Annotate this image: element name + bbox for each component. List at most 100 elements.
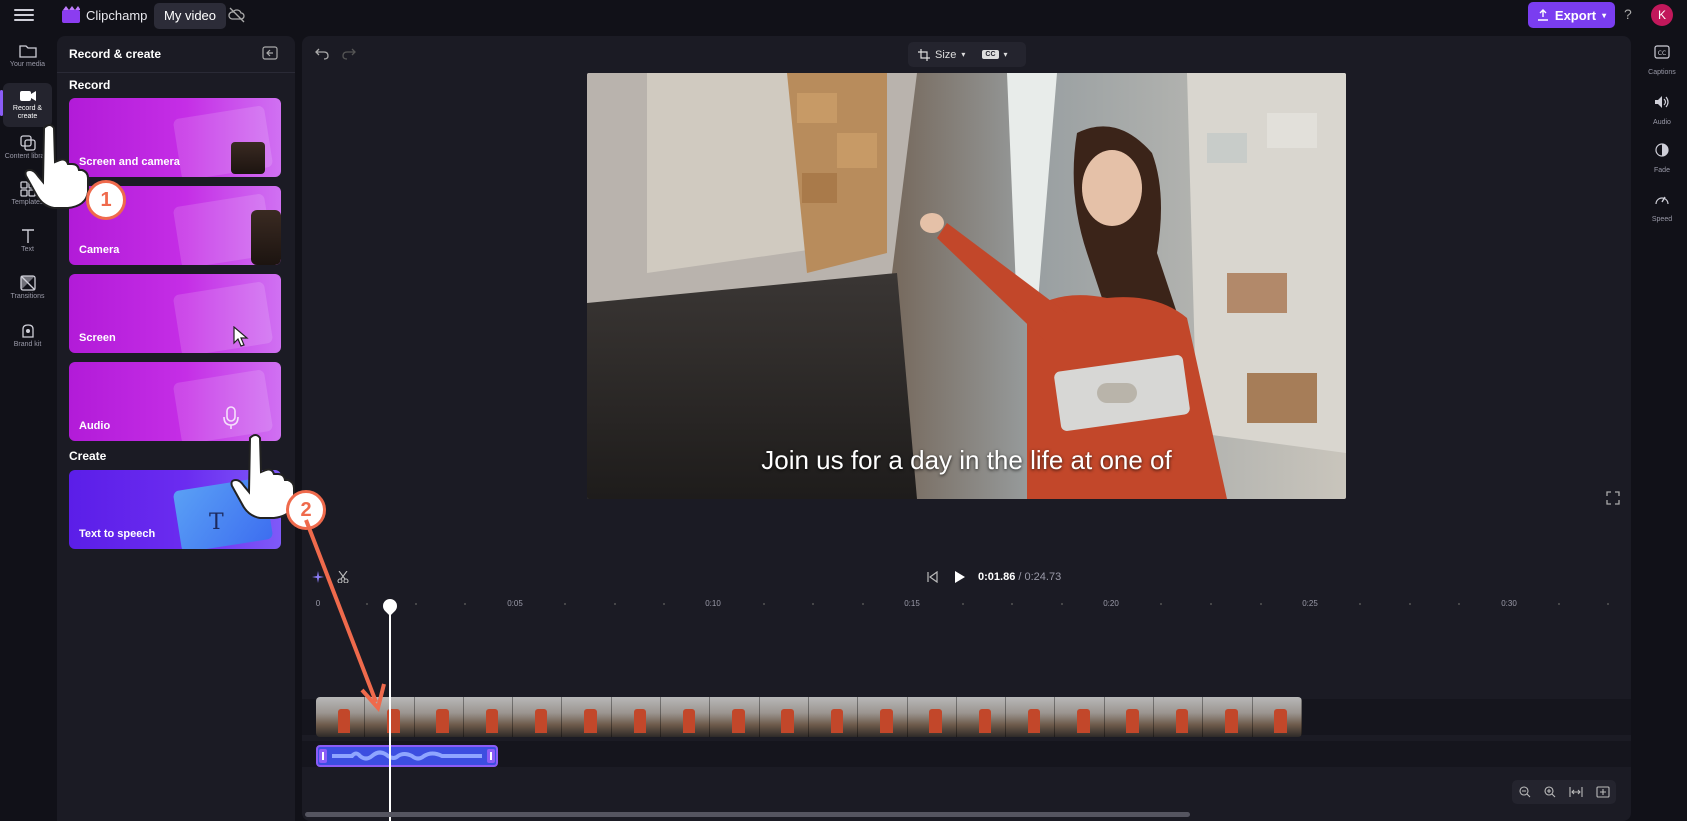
hamburger-menu-icon[interactable]	[14, 7, 34, 23]
zoom-in-icon[interactable]	[1543, 786, 1556, 798]
speed-tab[interactable]: Speed	[1639, 186, 1685, 228]
crop-icon	[918, 48, 930, 61]
nav-brand-kit[interactable]: Brand kit	[3, 317, 52, 361]
nav-your-media[interactable]: Your media	[3, 37, 52, 81]
editor-area: Size ▾ CC ▾ Join us for a day in the lif…	[302, 36, 1631, 821]
card-label: Audio	[79, 420, 111, 432]
svg-text:CC: CC	[1658, 50, 1666, 57]
fade-icon	[1655, 143, 1669, 157]
clip-thumbnail	[808, 697, 859, 737]
clip-thumbnail	[513, 697, 563, 737]
play-icon[interactable]	[954, 570, 966, 584]
right-label: Speed	[1651, 216, 1673, 223]
panel-title: Record & create	[69, 47, 162, 61]
clip-thumbnail	[1252, 697, 1302, 737]
ruler-tick	[1160, 603, 1162, 605]
ruler-tick	[1359, 603, 1361, 605]
redo-icon[interactable]	[342, 46, 356, 60]
audio-track	[302, 741, 1631, 767]
export-button[interactable]: Export ▾	[1528, 2, 1615, 28]
export-label: Export	[1554, 7, 1597, 23]
sparkle-icon[interactable]	[312, 571, 324, 583]
audio-tab[interactable]: Audio	[1639, 89, 1685, 131]
clip-thumbnail	[1154, 697, 1204, 737]
ruler-label: 0:05	[507, 599, 523, 608]
right-property-panel: CC Captions Audio Fade Speed	[1637, 31, 1687, 821]
ruler-tick	[1011, 603, 1013, 605]
nav-text[interactable]: Text	[3, 222, 52, 266]
clip-thumbnail	[1006, 697, 1056, 737]
speaker-icon	[1655, 96, 1669, 108]
fade-tab[interactable]: Fade	[1639, 137, 1685, 179]
split-scissors-icon[interactable]	[337, 571, 349, 583]
trim-handle-left[interactable]	[319, 749, 327, 763]
card-label: Text to speech	[79, 528, 156, 540]
brand-kit-icon	[21, 324, 34, 338]
transitions-icon	[19, 275, 36, 291]
timeline-zoom-controls	[1512, 780, 1616, 804]
audio-card[interactable]: Audio	[69, 362, 281, 441]
add-track-icon[interactable]	[1595, 786, 1610, 798]
content-library-icon	[19, 135, 36, 151]
trim-handle-right[interactable]	[487, 749, 495, 763]
captions-tab[interactable]: CC Captions	[1639, 39, 1685, 81]
clip-thumbnail	[562, 697, 612, 737]
ruler-tick	[1260, 603, 1262, 605]
app-name: Clipchamp	[86, 8, 148, 23]
ruler-tick	[614, 603, 616, 605]
help-icon[interactable]: ?	[1624, 6, 1632, 22]
screen-card[interactable]: Screen	[69, 274, 281, 353]
nav-label: Transitions	[10, 293, 45, 300]
zoom-out-icon[interactable]	[1518, 786, 1531, 798]
clip-thumbnail	[858, 697, 908, 737]
timeline-scrollbar[interactable]	[305, 812, 1190, 817]
video-clip[interactable]	[316, 697, 1302, 737]
project-name-field[interactable]: My video	[154, 3, 227, 29]
nav-label: Content library	[4, 153, 51, 160]
ruler-tick	[366, 603, 368, 605]
video-preview[interactable]: Join us for a day in the life at one of	[587, 73, 1346, 499]
avatar[interactable]: K	[1651, 4, 1673, 26]
ruler-label: 0	[315, 599, 321, 608]
ruler-tick	[1558, 603, 1560, 605]
fullscreen-icon[interactable]	[1606, 491, 1620, 505]
size-dropdown[interactable]: Size ▾ CC ▾	[908, 42, 1026, 67]
chevron-down-icon: ▾	[1602, 10, 1607, 20]
size-label: Size	[935, 48, 957, 61]
panel-divider	[57, 72, 295, 73]
clip-thumbnail	[1055, 697, 1105, 737]
cc-toggle[interactable]: CC	[982, 50, 999, 59]
ruler-tick	[464, 603, 466, 605]
warehouse-scene-image	[587, 73, 1346, 499]
undo-icon[interactable]	[315, 46, 329, 60]
record-section-label: Record	[69, 78, 111, 92]
ruler-label: 0:15	[904, 599, 920, 608]
nav-label: Text	[21, 246, 34, 253]
left-navigation: Your media Record & create Content libra…	[0, 31, 55, 821]
clip-thumbnail	[414, 697, 464, 737]
camera-card[interactable]: Camera	[69, 186, 281, 265]
screen-and-camera-card[interactable]: Screen and camera	[69, 98, 281, 177]
nav-content-library[interactable]: Content library	[3, 129, 52, 173]
text-to-speech-card[interactable]: T Text to speech	[69, 470, 281, 549]
skip-back-icon[interactable]	[926, 571, 938, 583]
card-label: Camera	[79, 244, 120, 256]
ruler-tick	[763, 603, 765, 605]
playhead[interactable]	[389, 605, 391, 821]
ruler-tick	[1607, 603, 1609, 605]
nav-record-create[interactable]: Record & create	[3, 83, 52, 127]
cloud-off-icon[interactable]	[228, 7, 246, 23]
speed-icon	[1655, 196, 1669, 205]
nav-templates[interactable]: Templates	[3, 175, 52, 219]
timeline-ruler[interactable]: 0 0:05 0:10 0:15 0:20 0:25 0:30	[302, 599, 1631, 619]
total-time: / 0:24.73	[1018, 571, 1062, 583]
nav-transitions[interactable]: Transitions	[3, 269, 52, 313]
audio-clip[interactable]	[316, 745, 498, 767]
ruler-tick	[1409, 603, 1411, 605]
ruler-tick	[415, 603, 417, 605]
fit-to-timeline-icon[interactable]	[1568, 786, 1583, 798]
card-decoration	[172, 281, 274, 353]
collapse-panel-icon[interactable]	[262, 46, 278, 60]
playback-controls: 0:01.86 / 0:24.73	[302, 567, 1631, 587]
microphone-icon	[223, 406, 239, 429]
